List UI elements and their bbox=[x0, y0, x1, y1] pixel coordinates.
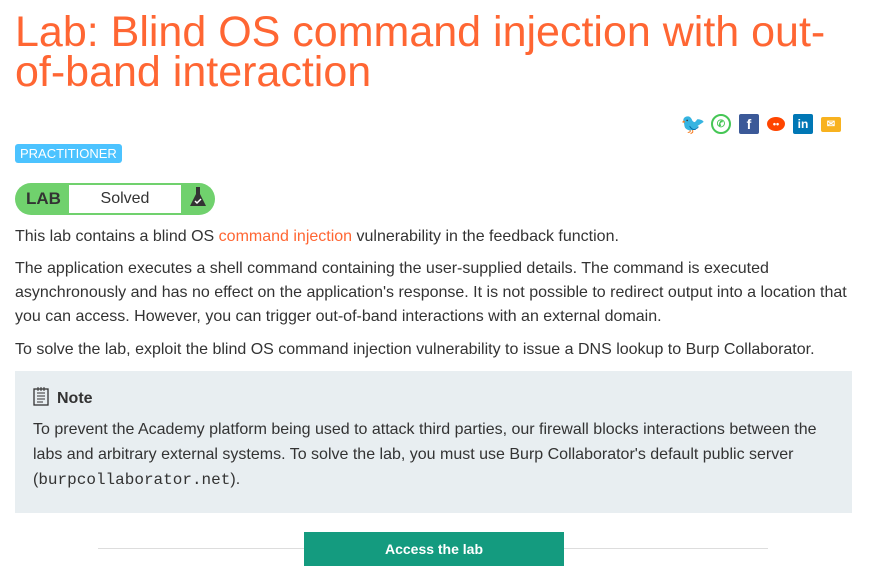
lab-status-widget: LAB Solved bbox=[15, 183, 215, 215]
notepad-icon bbox=[33, 387, 49, 411]
collaborator-domain: burpcollaborator.net bbox=[38, 471, 231, 489]
access-lab-button[interactable]: Access the lab bbox=[304, 532, 564, 566]
whatsapp-icon[interactable]: ✆ bbox=[711, 114, 731, 134]
note-text-end: ). bbox=[230, 471, 241, 488]
lab-label: LAB bbox=[26, 189, 61, 208]
linkedin-icon[interactable]: in bbox=[793, 114, 813, 134]
share-icons: 🐦 ✆ f •• in ✉ bbox=[681, 114, 841, 136]
flask-icon bbox=[181, 186, 215, 212]
intro-paragraph: This lab contains a blind OS command inj… bbox=[15, 225, 855, 249]
twitter-icon[interactable]: 🐦 bbox=[681, 114, 706, 136]
description-paragraph: The application executes a shell command… bbox=[15, 260, 847, 325]
note-title: Note bbox=[57, 390, 93, 407]
level-badge: PRACTITIONER bbox=[15, 144, 122, 163]
intro-text-end: vulnerability in the feedback function. bbox=[352, 228, 619, 245]
page-title: Lab: Blind OS command injection with out… bbox=[15, 8, 826, 96]
lab-status: Solved bbox=[69, 185, 181, 213]
intro-text: This lab contains a blind OS bbox=[15, 228, 219, 245]
note-box: Note To prevent the Academy platform bei… bbox=[15, 371, 852, 513]
goal-paragraph: To solve the lab, exploit the blind OS c… bbox=[15, 341, 815, 358]
note-text: To prevent the Academy platform being us… bbox=[33, 417, 833, 493]
command-injection-link[interactable]: command injection bbox=[219, 228, 352, 245]
facebook-icon[interactable]: f bbox=[739, 114, 759, 134]
email-icon[interactable]: ✉ bbox=[821, 116, 841, 132]
note-heading: Note bbox=[33, 387, 93, 411]
reddit-icon[interactable]: •• bbox=[767, 117, 785, 131]
